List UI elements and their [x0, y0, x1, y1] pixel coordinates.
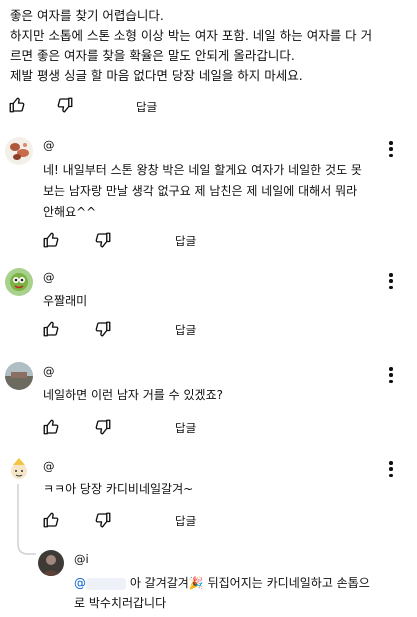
reply-button[interactable]: 답글: [175, 513, 196, 529]
avatar[interactable]: [38, 550, 64, 576]
comment-handle[interactable]: @: [43, 459, 55, 473]
comment-text-line: 우짤래미: [43, 294, 88, 308]
thumbs-down-icon[interactable]: [94, 320, 112, 338]
thumbs-down-icon[interactable]: [94, 511, 112, 529]
thumbs-down-icon[interactable]: [94, 418, 112, 436]
comment-text-line: 네일하면 이런 남자 거를 수 있겠죠?: [43, 388, 224, 402]
reply-button[interactable]: 답글: [175, 233, 196, 249]
comment-text-line: ㅋㅋ아 당장 카디비네일갈겨~: [43, 482, 194, 496]
comment-text-line: 안해요^^: [43, 205, 97, 219]
more-vertical-icon[interactable]: [389, 367, 393, 383]
comment-text: 아 갈겨갈겨🎉 뒤집어지는 카디네일하고 손톱으: [129, 576, 370, 590]
thumbs-up-icon[interactable]: [42, 418, 60, 436]
redacted-name: [86, 577, 126, 590]
comment-handle[interactable]: @: [43, 270, 55, 284]
comment-text-line: 로 박수치러갑니다: [74, 596, 167, 610]
mention-link[interactable]: @: [74, 576, 86, 590]
more-vertical-icon[interactable]: [389, 461, 393, 477]
more-vertical-icon[interactable]: [389, 273, 393, 289]
comment-text-line: 제발 평생 싱글 할 마음 없다면 당장 네일을 하지 마세요.: [10, 68, 303, 83]
reply-button[interactable]: 답글: [175, 420, 196, 436]
comment-text-line: 좋은 여자를 찾기 어렵습니다.: [10, 8, 164, 23]
thumbs-up-icon[interactable]: [42, 320, 60, 338]
avatar[interactable]: [5, 268, 33, 296]
avatar[interactable]: [5, 455, 33, 483]
comment-text-line: 보는 남자랑 만날 생각 없구요 제 남친은 제 네일에 대해서 뭐라: [43, 184, 358, 198]
avatar[interactable]: [5, 137, 33, 165]
comment-text-line: 네! 내일부터 스톤 왕창 박은 네일 할게요 여자가 네일한 것도 못: [43, 163, 362, 177]
avatar[interactable]: [5, 362, 33, 390]
comment-text-line: @ 아 갈겨갈겨🎉 뒤집어지는 카디네일하고 손톱으: [74, 573, 370, 593]
reply-button[interactable]: 답글: [136, 99, 157, 115]
thumbs-up-icon[interactable]: [8, 96, 26, 114]
comment-handle[interactable]: @i: [74, 552, 89, 566]
more-vertical-icon[interactable]: [389, 141, 393, 157]
reply-button[interactable]: 답글: [175, 322, 196, 338]
comment-text-line: 르면 좋은 여자를 찾을 확율은 말도 안되게 올라갑니다.: [10, 48, 295, 63]
comment-text-line: 하지만 소톱에 스톤 소형 이상 박는 여자 포함. 네일 하는 여자를 다 거: [10, 28, 373, 43]
comment-handle[interactable]: @: [43, 364, 55, 378]
comment-handle[interactable]: @: [43, 138, 55, 152]
thumbs-down-icon[interactable]: [56, 96, 74, 114]
thumbs-up-icon[interactable]: [42, 231, 60, 249]
thumbs-down-icon[interactable]: [94, 231, 112, 249]
